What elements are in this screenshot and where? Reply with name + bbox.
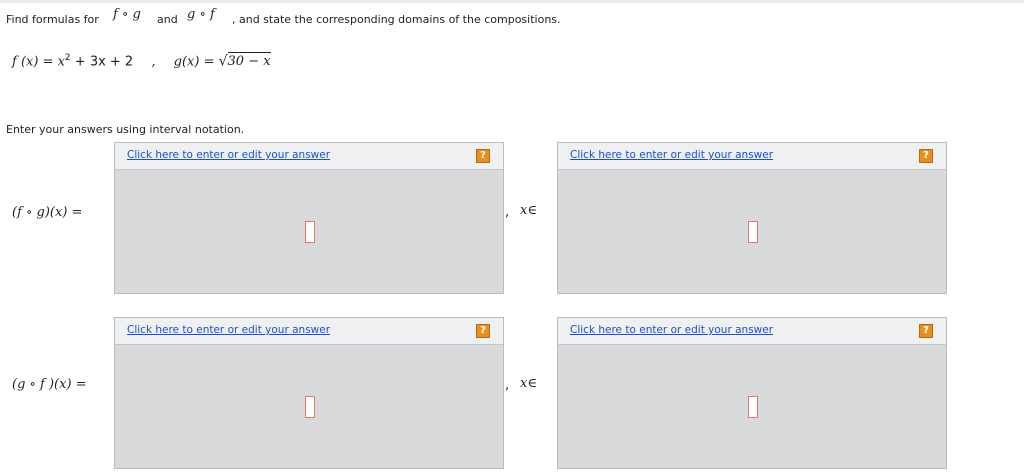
gof-domain-edit-link[interactable]: Click here to enter or edit your answer: [570, 324, 773, 336]
fog-domain-toolbar: Click here to enter or edit your answer …: [558, 143, 946, 170]
g-definition-lhs: g(x) =: [173, 54, 219, 70]
fog-formula-input[interactable]: [305, 221, 315, 243]
question-suffix: , and state the corresponding domains of…: [232, 13, 561, 26]
g-radicand: 30 − x: [227, 52, 271, 70]
gof-formula-panel[interactable]: Click here to enter or edit your answer …: [114, 317, 504, 469]
f-definition-lhs: f (x) = x: [12, 54, 65, 70]
help-icon[interactable]: ?: [476, 324, 490, 338]
gof-domain-label: x∈: [520, 376, 537, 391]
function-definitions: f (x) = x2 + 3x + 2 , g(x) = √30 − x: [12, 52, 271, 70]
gof-comma: ,: [505, 378, 510, 393]
gof-formula-edit-link[interactable]: Click here to enter or edit your answer: [127, 324, 330, 336]
fog-answer-label: (f ∘ g)(x) =: [12, 205, 83, 220]
function-separator: ,: [151, 54, 156, 70]
fog-domain-input[interactable]: [748, 221, 758, 243]
fog-formula-panel[interactable]: Click here to enter or edit your answer …: [114, 142, 504, 294]
fog-formula-edit-link[interactable]: Click here to enter or edit your answer: [127, 149, 330, 161]
fog-comma: ,: [505, 205, 510, 220]
fog-domain-edit-link[interactable]: Click here to enter or edit your answer: [570, 149, 773, 161]
gof-domain-input[interactable]: [748, 396, 758, 418]
help-icon[interactable]: ?: [476, 149, 490, 163]
fog-notation: f ∘ g: [113, 7, 141, 22]
f-definition-rhs: + 3x + 2: [70, 54, 134, 70]
gof-answer-label: (g ∘ f )(x) =: [12, 377, 87, 392]
help-icon[interactable]: ?: [919, 149, 933, 163]
question-and: and: [157, 13, 178, 26]
gof-domain-toolbar: Click here to enter or edit your answer …: [558, 318, 946, 345]
fog-formula-toolbar: Click here to enter or edit your answer …: [115, 143, 503, 170]
help-icon[interactable]: ?: [919, 324, 933, 338]
top-divider: [0, 0, 1024, 3]
gof-formula-toolbar: Click here to enter or edit your answer …: [115, 318, 503, 345]
fog-domain-panel[interactable]: Click here to enter or edit your answer …: [557, 142, 947, 294]
sqrt-icon: √: [218, 53, 228, 70]
question-prefix: Find formulas for: [6, 13, 99, 26]
instructions: Enter your answers using interval notati…: [6, 123, 245, 136]
fog-domain-label: x∈: [520, 203, 537, 218]
gof-formula-input[interactable]: [305, 396, 315, 418]
gof-notation: g ∘ f: [187, 7, 215, 22]
gof-domain-panel[interactable]: Click here to enter or edit your answer …: [557, 317, 947, 469]
